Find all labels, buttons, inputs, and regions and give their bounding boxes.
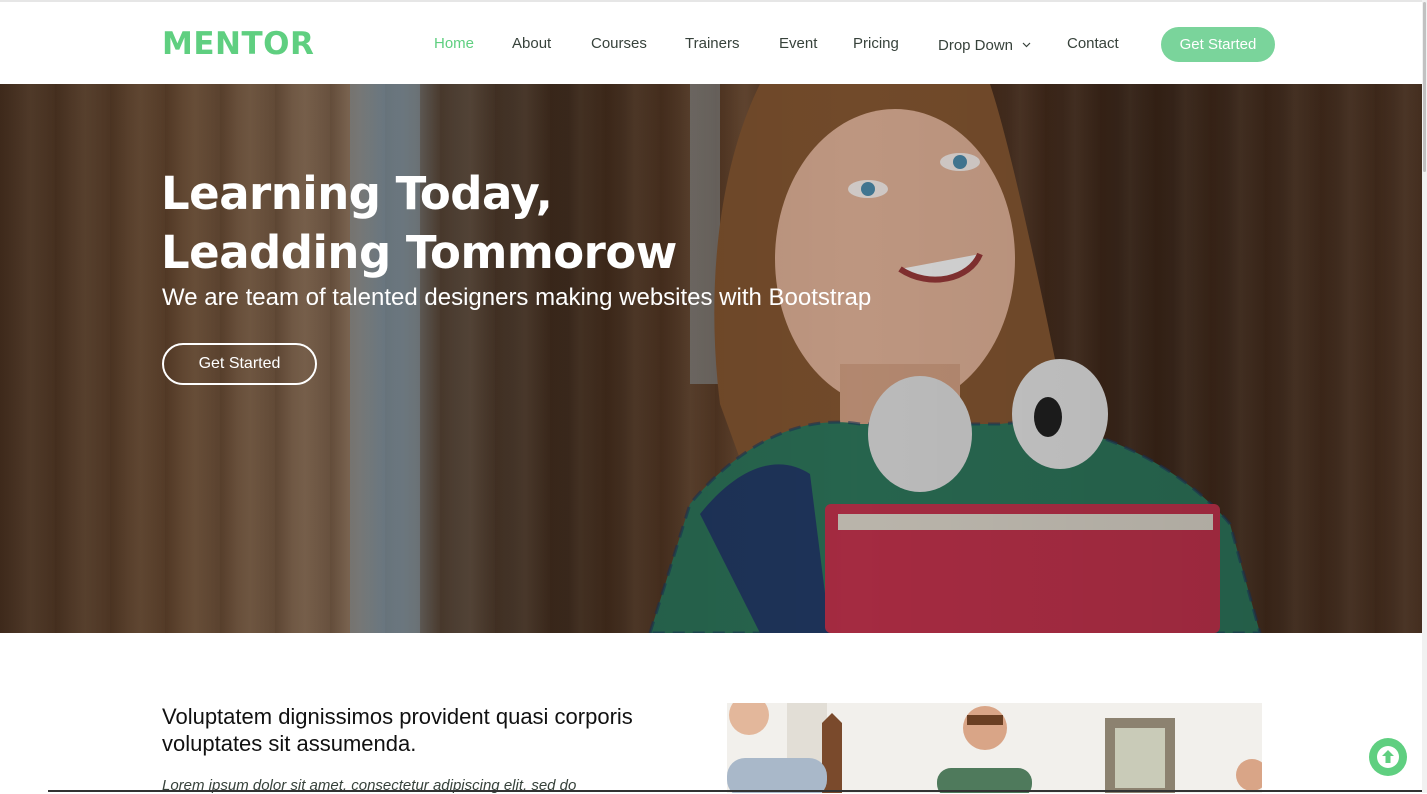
scrollbar-thumb[interactable]	[1423, 2, 1426, 172]
nav-item-dropdown-label: Drop Down	[938, 37, 1014, 54]
nav-item-about[interactable]: About	[512, 35, 551, 52]
bottom-divider	[48, 790, 1422, 792]
hero-title-line-2: Leadding Tommorow	[161, 226, 677, 279]
nav-item-dropdown[interactable]: Drop Down	[938, 35, 1031, 54]
hero-title-line-1: Learning Today,	[161, 167, 553, 220]
nav-item-pricing[interactable]: Pricing	[853, 35, 899, 52]
hero-section: Learning Today, Leadding Tommorow We are…	[0, 84, 1422, 633]
hero-subtitle: We are team of talented designers making…	[162, 284, 872, 311]
nav-item-trainers[interactable]: Trainers	[685, 35, 739, 52]
get-started-button[interactable]: Get Started	[1161, 27, 1275, 62]
chevron-down-icon	[1022, 35, 1031, 52]
about-heading: Voluptatem dignissimos provident quasi c…	[162, 704, 633, 756]
about-image	[727, 703, 1262, 793]
hero-title: Learning Today, Leadding Tommorow	[161, 164, 677, 282]
nav-item-home[interactable]: Home	[434, 35, 474, 52]
nav-item-event[interactable]: Event	[779, 35, 817, 52]
nav-item-courses[interactable]: Courses	[591, 35, 647, 52]
nav-item-contact[interactable]: Contact	[1067, 35, 1119, 52]
logo[interactable]: MENTOR	[162, 26, 314, 62]
back-to-top-button[interactable]	[1369, 738, 1407, 776]
hero-get-started-button[interactable]: Get Started	[162, 343, 317, 385]
arrow-up-icon	[1377, 746, 1399, 768]
site-header: MENTOR Home About Courses Trainers Event…	[0, 0, 1422, 84]
